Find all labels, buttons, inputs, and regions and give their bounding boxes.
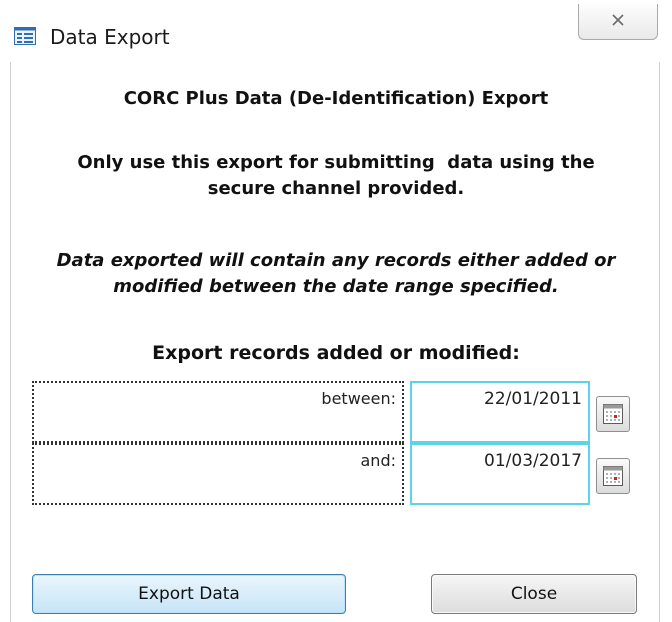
note-line-2: modified between the date range specifie…	[113, 276, 559, 297]
from-date-value: 22/01/2011	[484, 389, 582, 409]
close-icon	[611, 9, 625, 30]
to-date-label-box: and:	[32, 443, 404, 505]
to-date-label: and:	[360, 451, 397, 470]
instruction-line-1: Only use this export for submitting data…	[77, 152, 595, 173]
note-line-1: Data exported will contain any records e…	[56, 250, 616, 271]
form-icon	[14, 27, 36, 45]
title-bar: Data Export	[0, 0, 672, 62]
data-export-window: Data Export CORC Plus Data (De-Identific…	[0, 0, 672, 622]
to-date-field[interactable]: 01/03/2017	[410, 443, 590, 505]
instruction-line-2: secure channel provided.	[207, 178, 465, 199]
window-close-button[interactable]	[578, 4, 658, 40]
export-data-button[interactable]: Export Data	[32, 574, 346, 614]
from-date-field[interactable]: 22/01/2011	[410, 381, 590, 443]
dialog-heading: CORC Plus Data (De-Identification) Expor…	[123, 88, 549, 109]
close-button[interactable]: Close	[431, 574, 637, 614]
window-title: Data Export	[50, 25, 170, 49]
from-date-calendar-button[interactable]	[596, 396, 630, 432]
from-date-label: between:	[321, 389, 396, 408]
range-heading: Export records added or modified:	[152, 342, 520, 364]
to-date-calendar-button[interactable]	[596, 458, 630, 494]
note-text: Data exported will contain any records e…	[0, 248, 672, 300]
from-date-label-box: between:	[32, 381, 404, 443]
instruction-text: Only use this export for submitting data…	[0, 150, 672, 202]
to-date-value: 01/03/2017	[484, 451, 582, 471]
